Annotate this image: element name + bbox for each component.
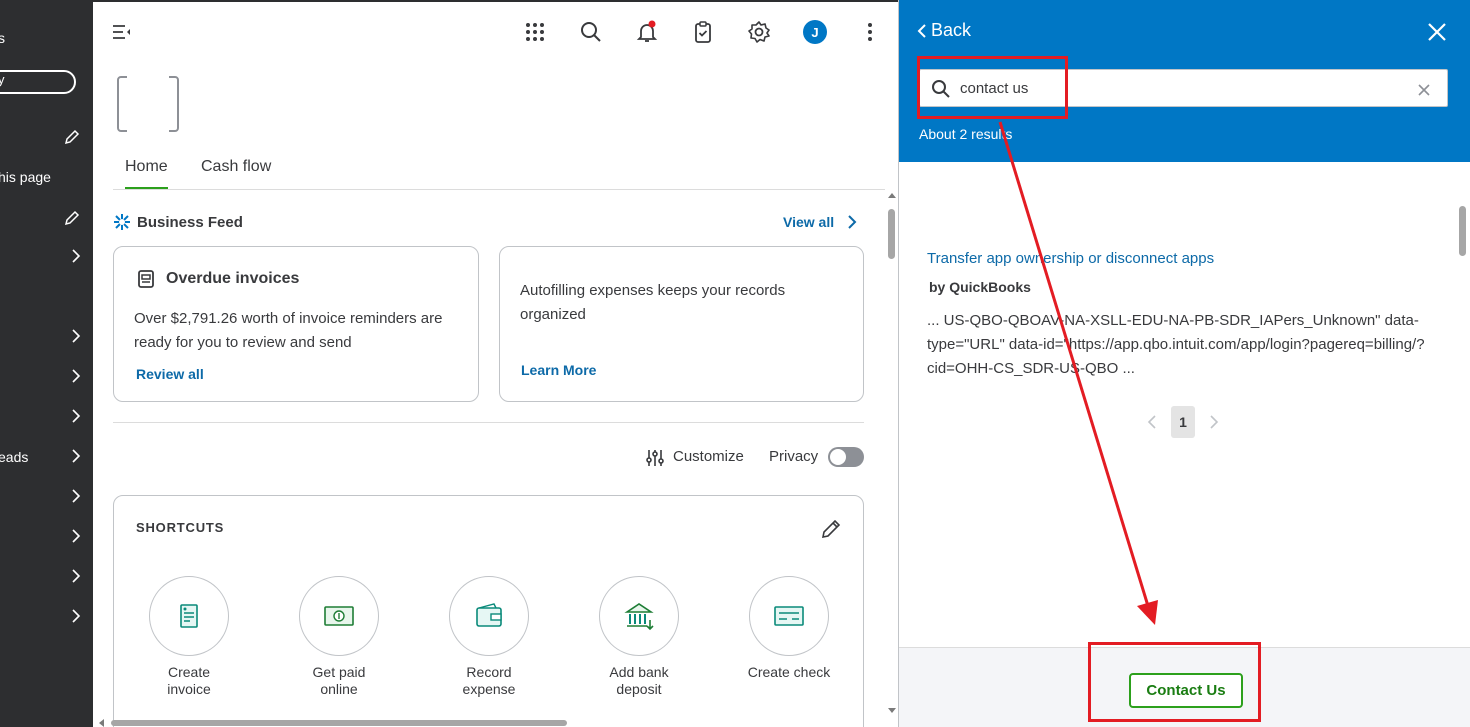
autofill-expenses-card: Autofilling expenses keeps your records … [499, 246, 864, 402]
learn-more-link[interactable]: Learn More [521, 362, 596, 378]
vertical-scrollbar-thumb[interactable] [888, 209, 895, 259]
card-text: Autofilling expenses keeps your records … [520, 282, 786, 323]
shortcut-get-paid-online[interactable]: Get paid online [279, 576, 399, 698]
help-panel-scrollbar-thumb[interactable] [1459, 206, 1466, 256]
horizontal-scrollbar[interactable] [93, 719, 898, 727]
card-text: Over $2,791.26 worth of invoice reminder… [134, 310, 443, 351]
shortcut-create-check[interactable]: Create check [729, 576, 849, 681]
chevron-right-icon[interactable] [70, 248, 82, 264]
shortcut-label: Get paid online [312, 664, 366, 697]
chevron-right-icon[interactable] [70, 368, 82, 384]
search-result-title-link[interactable]: Transfer app ownership or disconnect app… [927, 250, 1214, 267]
chevron-right-icon[interactable] [70, 448, 82, 464]
shortcut-label: Record expense [462, 664, 516, 697]
shortcut-icon-circle[interactable] [149, 576, 229, 656]
left-nav-sidebar: s y his page eads [0, 0, 93, 727]
tab-cash-flow[interactable]: Cash flow [201, 158, 271, 176]
tab-home[interactable]: Home [125, 158, 168, 189]
annotation-highlight-search [917, 56, 1068, 119]
notifications-bell-icon[interactable] [635, 20, 659, 44]
shortcut-record-expense[interactable]: Record expense [429, 576, 549, 698]
edit-pencil-icon[interactable] [63, 209, 81, 227]
shortcuts-widget: SHORTCUTS Create invoice Get paid online… [113, 495, 864, 727]
tasks-clipboard-icon[interactable] [691, 20, 715, 44]
chevron-right-icon[interactable] [70, 528, 82, 544]
privacy-toggle[interactable] [828, 447, 864, 467]
customize-button[interactable]: Customize [673, 448, 744, 465]
dashboard-tabs: Home Cash flow [113, 150, 885, 190]
sidebar-pill-label: y [0, 72, 5, 87]
back-label: Back [931, 20, 972, 40]
card-title: Overdue invoices [166, 270, 300, 287]
shortcut-icon-circle[interactable] [299, 576, 379, 656]
chevron-right-icon[interactable] [70, 328, 82, 344]
results-pagination: 1 [1147, 406, 1219, 438]
review-all-link[interactable]: Review all [136, 366, 204, 382]
divider [113, 422, 864, 423]
customize-sliders-icon[interactable] [645, 448, 665, 468]
apps-grid-icon[interactable] [523, 20, 547, 44]
privacy-label: Privacy [769, 448, 819, 465]
scroll-up-arrow-icon[interactable] [888, 191, 896, 199]
previous-page-icon[interactable] [1147, 415, 1157, 429]
shortcut-add-bank-deposit[interactable]: Add bank deposit [579, 576, 699, 698]
vertical-scrollbar[interactable] [886, 191, 898, 721]
invoice-icon [180, 604, 198, 628]
search-result-source: by QuickBooks [929, 279, 1031, 295]
edit-pencil-icon[interactable] [63, 128, 81, 146]
shortcut-icon-circle[interactable] [449, 576, 529, 656]
view-all-link[interactable]: View all [783, 214, 834, 230]
chevron-right-icon[interactable] [847, 215, 857, 229]
app-window: s y his page eads J Home Cash flow Busin… [0, 0, 1470, 727]
results-count: About 2 results [919, 126, 1013, 142]
sidebar-pill-button[interactable]: y [0, 70, 76, 94]
back-button[interactable]: Back [917, 20, 971, 41]
sidebar-fragment-page: his page [0, 169, 51, 185]
invoice-icon [138, 270, 154, 288]
chevron-right-icon[interactable] [70, 488, 82, 504]
main-content: J Home Cash flow Business Feed View all [93, 0, 898, 727]
shortcut-label: Create check [747, 664, 831, 680]
clear-search-icon[interactable] [1417, 83, 1431, 97]
company-logo-placeholder[interactable] [117, 75, 179, 133]
collapse-menu-icon[interactable] [110, 20, 134, 44]
bank-icon [624, 603, 654, 631]
chevron-right-icon[interactable] [70, 568, 82, 584]
shortcuts-title: SHORTCUTS [136, 520, 225, 535]
sparkle-icon [114, 214, 130, 230]
scroll-left-arrow-icon[interactable] [97, 719, 105, 727]
next-page-icon[interactable] [1209, 415, 1219, 429]
check-document-icon [774, 606, 804, 626]
search-icon[interactable] [579, 20, 603, 44]
business-feed-header: Business Feed [113, 213, 243, 231]
shortcut-icon-circle[interactable] [749, 576, 829, 656]
user-avatar[interactable]: J [803, 20, 827, 44]
help-panel-scrollbar[interactable] [1457, 162, 1469, 722]
sidebar-fragment-title: s [0, 30, 5, 46]
shortcut-label: Create invoice [167, 664, 211, 697]
close-icon[interactable] [1426, 21, 1448, 43]
sidebar-fragment-leads: eads [0, 449, 29, 465]
more-options-icon[interactable] [858, 20, 882, 44]
edit-pencil-icon[interactable] [820, 518, 842, 540]
horizontal-scrollbar-thumb[interactable] [111, 720, 567, 726]
money-bill-icon [324, 606, 354, 626]
shortcut-icon-circle[interactable] [599, 576, 679, 656]
search-result-snippet: ... US-QBO-QBOAV-NA-XSLL-EDU-NA-PB-SDR_I… [927, 312, 1425, 377]
wallet-icon [476, 603, 502, 627]
business-feed-title: Business Feed [137, 213, 243, 231]
annotation-highlight-contact [1088, 642, 1261, 722]
chevron-right-icon[interactable] [70, 408, 82, 424]
chevron-right-icon[interactable] [70, 608, 82, 624]
page-number-button[interactable]: 1 [1171, 406, 1195, 438]
scroll-down-arrow-icon[interactable] [888, 707, 896, 715]
overdue-invoices-card: Overdue invoices Over $2,791.26 worth of… [113, 246, 479, 402]
dashboard-scroll-area[interactable]: Business Feed View all Overdue invoices … [93, 191, 898, 727]
settings-gear-icon[interactable] [747, 20, 771, 44]
shortcut-create-invoice[interactable]: Create invoice [129, 576, 249, 698]
chevron-left-icon [917, 23, 926, 38]
shortcut-label: Add bank deposit [609, 664, 669, 697]
